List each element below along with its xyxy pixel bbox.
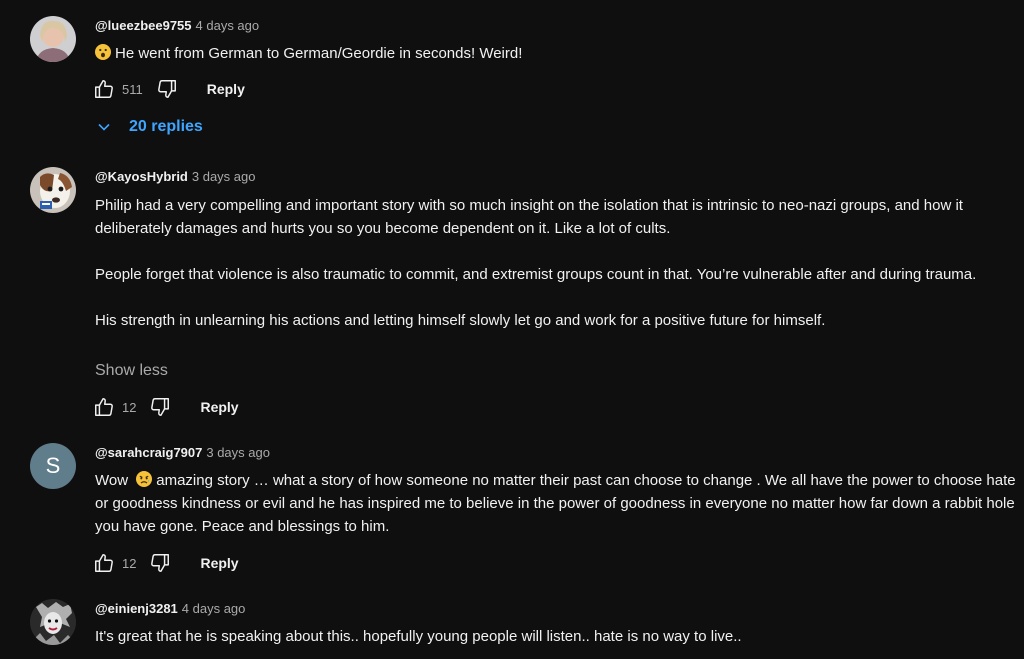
like-icon[interactable] [92,395,116,419]
avatar[interactable]: S [30,443,76,489]
comment-header: @einienj3281 4 days ago [95,601,245,616]
dislike-icon[interactable] [148,551,172,575]
comment-text: Philip had a very compelling and importa… [95,194,1020,332]
sad-but-relieved-face-icon [136,471,153,487]
like-icon[interactable] [92,551,116,575]
astonished-face-icon [95,44,111,60]
dislike-icon[interactable] [148,395,172,419]
author-handle[interactable]: @lueezbee9755 [95,18,192,33]
comment-text: He went from German to German/Geordie in… [95,42,1020,65]
chevron-down-icon [96,119,120,135]
comment-actions: 511 Reply [92,77,245,101]
reply-button[interactable]: Reply [207,81,245,97]
comment-time[interactable]: 3 days ago [206,445,270,460]
dislike-icon[interactable] [155,77,179,101]
comment-text-line: It's great that he is speaking about thi… [95,628,742,645]
replies-count-label: 20 replies [129,118,203,135]
comment-paragraph: Philip had a very compelling and importa… [95,197,963,237]
like-count: 511 [122,81,143,97]
show-less-button[interactable]: Show less [95,362,168,380]
comment-actions: 12 Reply [92,395,239,419]
author-handle[interactable]: @sarahcraig7907 [95,445,202,460]
reply-button[interactable]: Reply [200,399,238,415]
like-icon[interactable] [92,77,116,101]
comment-text-start: Wow [95,472,129,489]
avatar[interactable] [30,167,76,213]
comment-time[interactable]: 3 days ago [192,169,256,184]
like-count: 12 [122,555,137,571]
comment-header: @sarahcraig7907 3 days ago [95,445,270,460]
like-count: 12 [122,399,137,415]
reply-button[interactable]: Reply [200,555,238,571]
comment-time[interactable]: 4 days ago [182,601,246,616]
comment-text: Wow amazing story … what a story of how … [95,469,1020,538]
comment-time[interactable]: 4 days ago [196,18,260,33]
comment-text: It's great that he is speaking about thi… [95,625,1020,648]
comment-header: @KayosHybrid 3 days ago [95,169,255,184]
comment-header: @lueezbee9755 4 days ago [95,18,259,33]
comment-text-rest: amazing story … what a story of how some… [95,472,1016,535]
avatar-letter: S [45,453,61,478]
avatar[interactable] [30,16,76,62]
comment-actions: 12 Reply [92,551,239,575]
view-replies-button[interactable]: 20 replies [96,118,203,136]
author-handle[interactable]: @KayosHybrid [95,169,188,184]
comment-paragraph: People forget that violence is also trau… [95,266,977,283]
avatar[interactable] [30,599,76,645]
comment-text-line: He went from German to German/Geordie in… [115,45,523,62]
author-handle[interactable]: @einienj3281 [95,601,178,616]
comment-paragraph: His strength in unlearning his actions a… [95,312,826,329]
